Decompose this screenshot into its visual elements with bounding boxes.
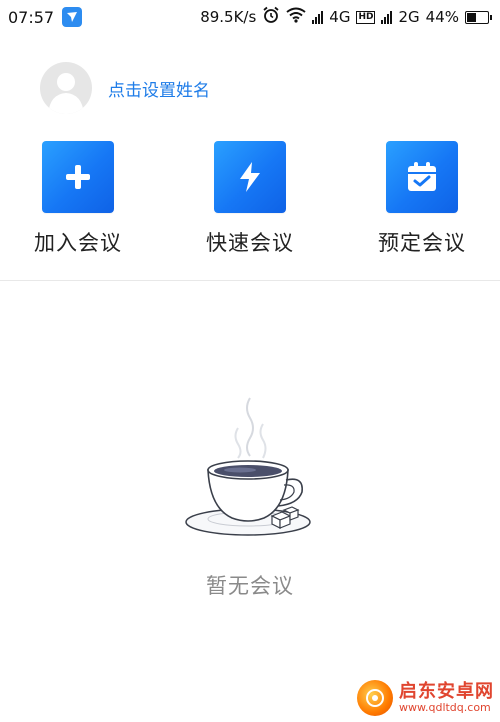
hd-badge: HD (356, 10, 376, 24)
action-row: 加入会议 快速会议 预定会议 (0, 141, 500, 261)
profile-row[interactable]: 点击设置姓名 (40, 62, 210, 114)
app-notification-icon (62, 7, 83, 27)
battery-icon (465, 10, 492, 24)
default-user-icon (48, 73, 84, 114)
status-bar: 07:57 89.5K/s 4G HD 2G 44% (0, 0, 500, 34)
avatar[interactable] (40, 62, 92, 114)
status-left: 07:57 (0, 7, 83, 27)
quick-meeting-tile[interactable] (214, 141, 286, 213)
schedule-meeting-tile[interactable] (386, 141, 458, 213)
calendar-check-icon (408, 162, 436, 191)
quick-meeting-label: 快速会议 (206, 231, 294, 255)
watermark-logo-icon (357, 680, 393, 716)
schedule-meeting-button[interactable]: 预定会议 (352, 141, 492, 257)
signal-icon-1 (312, 10, 324, 24)
set-name-link[interactable]: 点击设置姓名 (108, 76, 210, 101)
section-divider (0, 280, 500, 281)
empty-state-text: 暂无会议 (206, 574, 294, 598)
battery-percent: 44% (425, 8, 459, 26)
join-meeting-tile[interactable] (42, 141, 114, 213)
status-right: 89.5K/s 4G HD 2G 44% (200, 6, 500, 28)
watermark-title: 启东安卓网 (399, 681, 494, 703)
network-speed: 89.5K/s (200, 8, 257, 26)
coffee-cup-icon (185, 397, 311, 536)
signal-icon-2 (381, 10, 393, 24)
watermark: 启东安卓网 www.qdltdq.com (357, 680, 494, 716)
alarm-icon (262, 6, 280, 28)
watermark-url: www.qdltdq.com (399, 700, 491, 714)
join-meeting-label: 加入会议 (34, 231, 122, 255)
network-type-2: 2G (398, 8, 420, 26)
network-type-1: 4G (329, 8, 351, 26)
lightning-icon (240, 162, 260, 192)
watermark-text: 启东安卓网 www.qdltdq.com (399, 682, 494, 714)
wifi-icon (286, 7, 306, 27)
join-meeting-button[interactable]: 加入会议 (8, 141, 148, 257)
quick-meeting-button[interactable]: 快速会议 (180, 141, 320, 257)
plus-icon (66, 165, 90, 189)
status-time: 07:57 (8, 7, 55, 27)
schedule-meeting-label: 预定会议 (378, 231, 466, 255)
